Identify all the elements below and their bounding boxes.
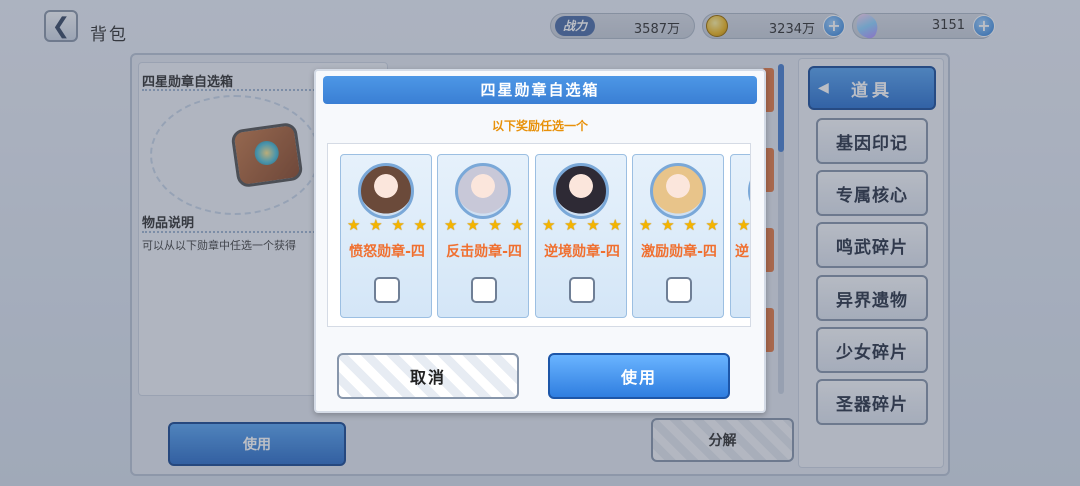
reward-checkbox[interactable] <box>374 277 400 303</box>
character-portrait <box>455 163 511 219</box>
star-icon: ★ <box>564 216 578 234</box>
star-icon: ★ <box>444 216 458 234</box>
reward-name: 反击勋章-四 <box>446 244 522 260</box>
star-icon: ★ <box>369 216 383 234</box>
reward-card[interactable]: ★ ★ ★ ★ 反击勋章-四 <box>437 154 529 318</box>
star-icon: ★ <box>413 216 427 234</box>
star-icon: ★ <box>608 216 622 234</box>
star-icon: ★ <box>639 216 653 234</box>
reward-name: 逆 <box>735 244 749 260</box>
star-icon: ★ <box>542 216 556 234</box>
reward-card[interactable]: ★ ★ ★ ★ 逆境勋章-四 <box>535 154 627 318</box>
dialog-subtitle: 以下奖励任选一个 <box>491 119 588 133</box>
reward-card[interactable]: ★★★★ 逆 <box>730 154 751 318</box>
star-icon: ★ <box>705 216 719 234</box>
cancel-button[interactable]: 取消 <box>337 353 519 399</box>
star-rating: ★ ★ ★ ★ <box>542 217 622 233</box>
character-portrait <box>358 163 414 219</box>
reward-card[interactable]: ★ ★ ★ ★ 激励勋章-四 <box>632 154 724 318</box>
star-icon: ★ <box>347 216 361 234</box>
reward-name: 逆境勋章-四 <box>544 244 620 260</box>
star-rating: ★★★★ <box>737 216 751 234</box>
star-icon: ★ <box>488 216 502 234</box>
confirm-use-button[interactable]: 使用 <box>548 353 730 399</box>
character-portrait <box>553 163 609 219</box>
reward-checkbox[interactable] <box>471 277 497 303</box>
reward-card[interactable]: ★ ★ ★ ★ 愤怒勋章-四 <box>340 154 432 318</box>
character-portrait <box>748 163 750 219</box>
star-icon: ★ <box>683 216 697 234</box>
reward-checkbox[interactable] <box>666 277 692 303</box>
star-icon: ★ <box>466 216 480 234</box>
star-icon: ★ <box>661 216 675 234</box>
star-rating: ★ ★ ★ ★ <box>639 217 719 233</box>
reward-name: 愤怒勋章-四 <box>349 244 425 260</box>
reward-list[interactable]: ★ ★ ★ ★ 愤怒勋章-四 ★ ★ ★ ★ 反击勋章-四 ★ ★ ★ ★ 逆境勋章-四 ★ ★ ★ ★… <box>327 143 751 327</box>
reward-checkbox[interactable] <box>569 277 595 303</box>
character-portrait <box>650 163 706 219</box>
dialog-title: 四星勋章自选箱 <box>323 76 757 104</box>
star-rating: ★ ★ ★ ★ <box>347 217 427 233</box>
reward-name: 激励勋章-四 <box>641 244 717 260</box>
star-icon: ★ <box>737 216 751 234</box>
star-icon: ★ <box>391 216 405 234</box>
star-icon: ★ <box>586 216 600 234</box>
star-rating: ★ ★ ★ ★ <box>444 217 524 233</box>
star-icon: ★ <box>510 216 524 234</box>
